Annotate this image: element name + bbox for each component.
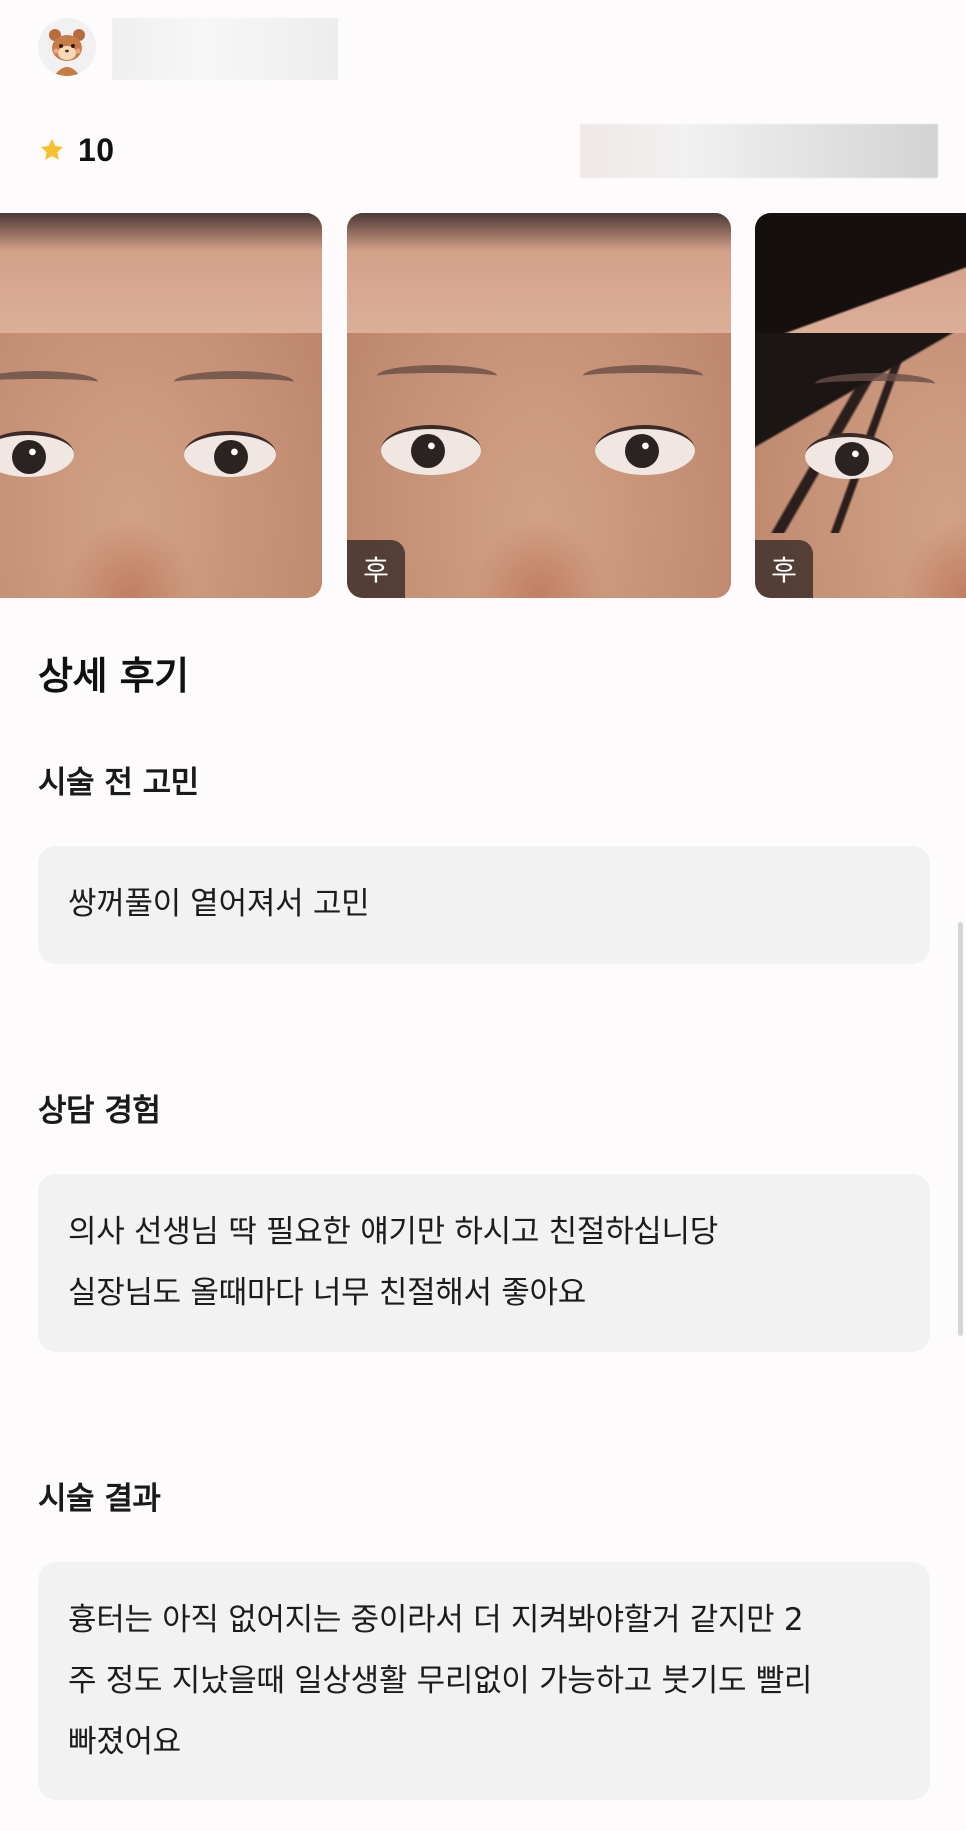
photo-eye	[805, 433, 893, 479]
photo-eyebrow	[583, 365, 703, 387]
rating: 10	[38, 130, 115, 170]
photo-eyebrow	[815, 373, 935, 395]
photo-eyebrow	[377, 365, 497, 387]
photo-eye	[595, 425, 695, 475]
photo-hair	[0, 213, 322, 251]
photo-hair	[347, 213, 731, 251]
photo-eyebrow	[0, 371, 98, 393]
concern-before-box: 쌍꺼풀이 옅어져서 고민	[38, 846, 930, 964]
detail-review-title: 상세 후기	[38, 654, 189, 698]
consultation-title: 상담 경험	[38, 1093, 161, 1129]
photo-eye	[184, 431, 276, 477]
meta-redacted	[580, 124, 938, 178]
result-text-line: 주 정도 지났을때 일상생활 무리없이 가능하고 붓기도 빨리	[68, 1663, 813, 1699]
photo-eyebrow	[174, 371, 294, 393]
consultation-text-line: 의사 선생님 딱 필요한 얘기만 하시고 친절하십니당	[68, 1214, 718, 1250]
scrollbar[interactable]	[958, 922, 963, 1336]
result-text-line: 흉터는 아직 없어지는 중이라서 더 지켜봐야할거 같지만 2	[68, 1602, 804, 1638]
result-box: 흉터는 아직 없어지는 중이라서 더 지켜봐야할거 같지만 2 주 정도 지났을…	[38, 1562, 930, 1800]
review-photo-1[interactable]	[0, 213, 322, 598]
concern-before-text: 쌍꺼풀이 옅어져서 고민	[68, 886, 370, 922]
user-avatar[interactable]	[38, 18, 96, 76]
consultation-text-line: 실장님도 올때마다 너무 친절해서 좋아요	[68, 1275, 586, 1311]
hamster-avatar-icon	[38, 18, 96, 76]
result-text-line: 빠졌어요	[68, 1724, 181, 1760]
after-badge: 후	[755, 540, 813, 598]
rating-score: 10	[78, 131, 115, 168]
after-badge: 후	[347, 540, 405, 598]
star-icon	[40, 138, 64, 160]
photo-hair	[755, 213, 966, 333]
review-photo-2[interactable]: 후	[347, 213, 731, 598]
result-title: 시술 결과	[38, 1481, 161, 1517]
username-redacted	[112, 18, 338, 80]
photo-carousel[interactable]: 후 후	[0, 213, 966, 598]
photo-eye	[381, 425, 481, 475]
photo-nose	[474, 518, 604, 598]
review-header: 10	[38, 18, 938, 193]
concern-before-title: 시술 전 고민	[38, 765, 199, 801]
consultation-box: 의사 선생님 딱 필요한 얘기만 하시고 친절하십니당 실장님도 올때마다 너무…	[38, 1174, 930, 1352]
review-photo-3[interactable]: 후	[755, 213, 966, 598]
photo-nose	[65, 518, 195, 598]
